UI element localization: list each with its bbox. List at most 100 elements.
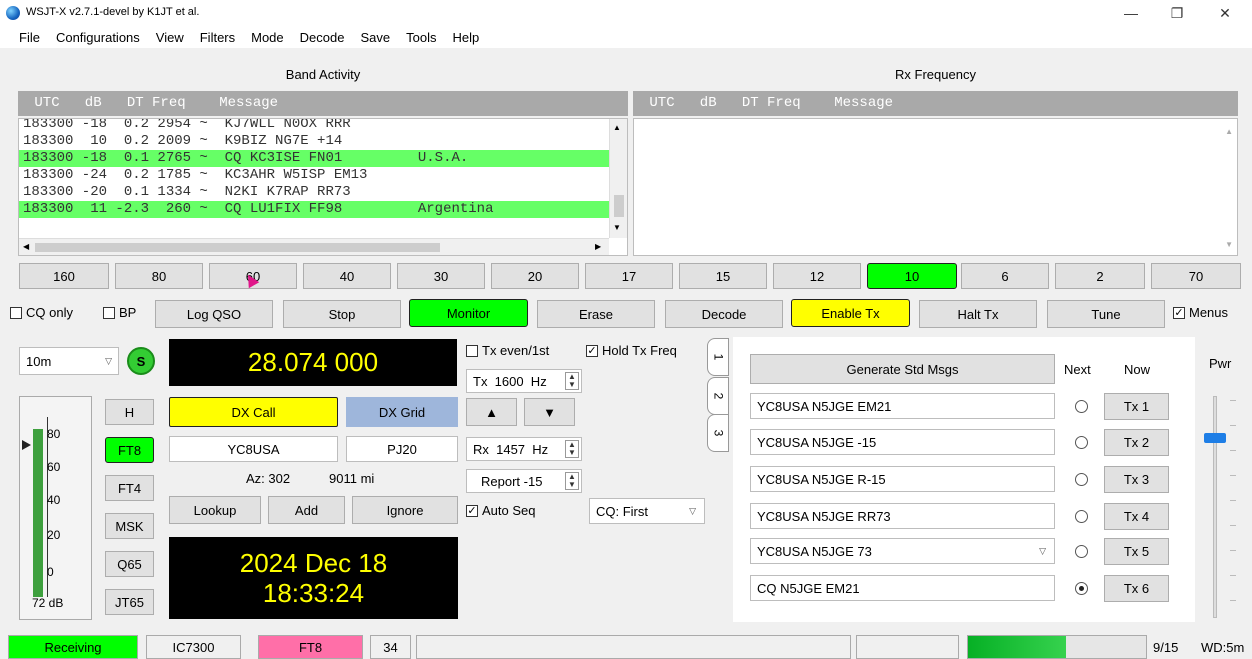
auto-seq-checkbox[interactable]: ✓ Auto Seq [466, 503, 536, 518]
band-button-70[interactable]: 70 [1151, 263, 1241, 289]
tx2-now-button[interactable]: Tx 2 [1104, 429, 1169, 456]
tx3-now-button[interactable]: Tx 3 [1104, 466, 1169, 493]
tx2-next-radio[interactable] [1075, 436, 1088, 449]
tx6-now-button[interactable]: Tx 6 [1104, 575, 1169, 602]
monitor-button[interactable]: Monitor [409, 299, 528, 327]
scroll-thumb[interactable] [35, 243, 440, 252]
tx5-next-radio[interactable] [1075, 545, 1088, 558]
tx1-message-input[interactable]: YC8USA N5JGE EM21 [750, 393, 1055, 419]
tx4-next-radio[interactable] [1075, 510, 1088, 523]
tune-button[interactable]: Tune [1047, 300, 1165, 328]
spin-arrows-icon[interactable]: ▲ ▼ [565, 372, 579, 390]
decode-row[interactable]: 183300 -24 0.2 1785 ~ KC3AHR W5ISP EM13 [19, 167, 609, 184]
decode-row[interactable]: 183300 -18 0.2 2954 ~ KJ7WLL N0OX RRR [19, 119, 609, 133]
generate-std-msgs-button[interactable]: Generate Std Msgs [750, 354, 1055, 384]
band-button-160[interactable]: 160 [19, 263, 109, 289]
menu-help[interactable]: Help [444, 30, 487, 45]
menu-tools[interactable]: Tools [398, 30, 444, 45]
tab-1[interactable]: 1 [707, 338, 729, 376]
band-button-40[interactable]: 40 [303, 263, 391, 289]
menu-configurations[interactable]: Configurations [48, 30, 148, 45]
close-icon[interactable]: ✕ [1202, 0, 1248, 26]
tx5-now-button[interactable]: Tx 5 [1104, 538, 1169, 565]
band-button-80[interactable]: 80 [115, 263, 203, 289]
dx-grid-button[interactable]: DX Grid [346, 397, 458, 427]
lookup-button[interactable]: Lookup [169, 496, 261, 524]
decode-row[interactable]: 183300 -20 0.1 1334 ~ N2KI K7RAP RR73 [19, 184, 609, 201]
band-button-12[interactable]: 12 [773, 263, 861, 289]
band-activity-list[interactable]: 183300 -18 0.2 2954 ~ KJ7WLL N0OX RRR 18… [18, 118, 628, 256]
mode-button-h[interactable]: H [105, 399, 154, 425]
cq-only-checkbox[interactable]: CQ only [10, 305, 73, 320]
rx-frequency-spinbox[interactable]: Rx 1457 Hz ▲ ▼ [466, 437, 582, 461]
menu-filters[interactable]: Filters [192, 30, 243, 45]
power-slider-track[interactable] [1213, 396, 1217, 618]
tx1-next-radio[interactable] [1075, 400, 1088, 413]
mode-button-msk[interactable]: MSK [105, 513, 154, 539]
rx-frequency-list[interactable]: ▲ ▼ [633, 118, 1238, 256]
tx4-now-button[interactable]: Tx 4 [1104, 503, 1169, 530]
cq-select[interactable]: CQ: First ▽ [589, 498, 705, 524]
tx6-message-input[interactable]: CQ N5JGE EM21 [750, 575, 1055, 601]
checkbox-box[interactable] [103, 306, 115, 319]
band-select[interactable]: 10m ▽ [19, 347, 119, 375]
add-button[interactable]: Add [268, 496, 345, 524]
s-meter-badge[interactable]: S [127, 347, 155, 375]
scroll-thumb[interactable] [614, 195, 624, 217]
tx3-message-input[interactable]: YC8USA N5JGE R-15 [750, 466, 1055, 492]
spin-arrows-icon[interactable]: ▲ ▼ [565, 472, 579, 490]
enable-tx-button[interactable]: Enable Tx [791, 299, 910, 327]
decode-row[interactable]: 183300 10 0.2 2009 ~ K9BIZ NG7E +14 [19, 133, 609, 150]
dx-call-button[interactable]: DX Call [169, 397, 338, 427]
checkbox-box[interactable]: ✓ [1173, 306, 1185, 319]
mode-button-jt65[interactable]: JT65 [105, 589, 154, 615]
spin-arrows-icon[interactable]: ▲ ▼ [565, 440, 579, 458]
menu-file[interactable]: File [11, 30, 48, 45]
tx1-now-button[interactable]: Tx 1 [1104, 393, 1169, 420]
band-button-15[interactable]: 15 [679, 263, 767, 289]
dx-grid-input[interactable]: PJ20 [346, 436, 458, 462]
menu-mode[interactable]: Mode [243, 30, 292, 45]
vertical-scrollbar[interactable]: ▲ ▼ [609, 119, 627, 238]
tx3-next-radio[interactable] [1075, 473, 1088, 486]
mode-button-ft8[interactable]: FT8 [105, 437, 154, 463]
checkbox-box[interactable]: ✓ [586, 344, 598, 357]
tx6-next-radio[interactable] [1075, 582, 1088, 595]
bp-checkbox[interactable]: BP [103, 305, 136, 320]
band-button-20[interactable]: 20 [491, 263, 579, 289]
tx-frequency-spinbox[interactable]: Tx 1600 Hz ▲ ▼ [466, 369, 582, 393]
dx-call-input[interactable]: YC8USA [169, 436, 338, 462]
decode-button[interactable]: Decode [665, 300, 783, 328]
menu-save[interactable]: Save [352, 30, 398, 45]
checkbox-box[interactable]: ✓ [466, 504, 478, 517]
tx-even-checkbox[interactable]: Tx even/1st [466, 343, 549, 358]
up-arrow-button[interactable]: ▲ [466, 398, 517, 426]
band-button-2[interactable]: 2 [1055, 263, 1145, 289]
band-button-30[interactable]: 30 [397, 263, 485, 289]
hold-tx-freq-checkbox[interactable]: ✓ Hold Tx Freq [586, 343, 677, 358]
tx5-message-select[interactable]: YC8USA N5JGE 73 ▽ [750, 538, 1055, 564]
tab-2[interactable]: 2 [707, 377, 729, 415]
horizontal-scrollbar[interactable]: ◀ ▶ [19, 238, 609, 255]
power-slider-handle[interactable] [1204, 433, 1226, 443]
report-spinbox[interactable]: Report -15 ▲ ▼ [466, 469, 582, 493]
menu-decode[interactable]: Decode [292, 30, 353, 45]
stop-button[interactable]: Stop [283, 300, 401, 328]
decode-row-cq[interactable]: 183300 -18 0.1 2765 ~ CQ KC3ISE FN01 U.S… [19, 150, 609, 167]
down-arrow-button[interactable]: ▼ [524, 398, 575, 426]
tab-3[interactable]: 3 [707, 414, 729, 452]
tx2-message-input[interactable]: YC8USA N5JGE -15 [750, 429, 1055, 455]
ignore-button[interactable]: Ignore [352, 496, 458, 524]
menus-checkbox[interactable]: ✓ Menus [1173, 305, 1228, 320]
minimize-icon[interactable]: — [1108, 0, 1154, 26]
band-button-6[interactable]: 6 [961, 263, 1049, 289]
checkbox-box[interactable] [10, 306, 22, 319]
mode-button-q65[interactable]: Q65 [105, 551, 154, 577]
menu-view[interactable]: View [148, 30, 192, 45]
tx4-message-input[interactable]: YC8USA N5JGE RR73 [750, 503, 1055, 529]
band-button-17[interactable]: 17 [585, 263, 673, 289]
mode-button-ft4[interactable]: FT4 [105, 475, 154, 501]
restore-icon[interactable]: ❐ [1154, 0, 1200, 26]
decode-row-cq[interactable]: 183300 11 -2.3 260 ~ CQ LU1FIX FF98 Arge… [19, 201, 609, 218]
checkbox-box[interactable] [466, 344, 478, 357]
